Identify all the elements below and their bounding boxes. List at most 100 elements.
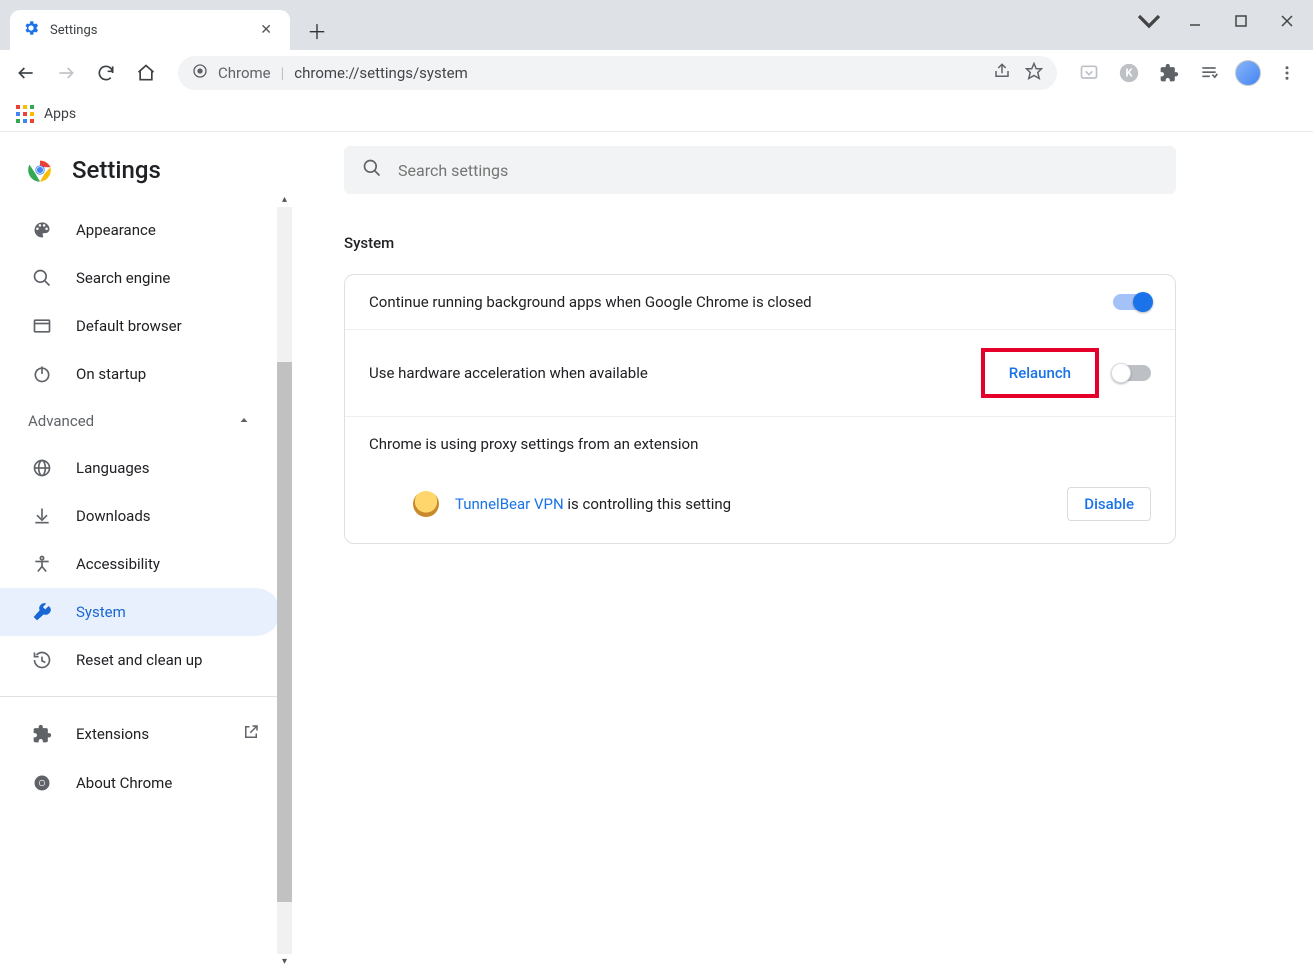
nav-list: Appearance Search engine Default browser… — [0, 206, 292, 807]
sidebar-item-label: Reset and clean up — [76, 651, 202, 669]
search-input[interactable] — [398, 161, 1158, 180]
tunnelbear-icon — [413, 491, 439, 517]
sidebar-item-default-browser[interactable]: Default browser — [0, 302, 280, 350]
extension-k-icon[interactable]: K — [1115, 59, 1143, 87]
sidebar-divider — [0, 696, 292, 697]
relaunch-button[interactable]: Relaunch — [995, 356, 1085, 390]
tabs-dropdown-icon[interactable] — [1129, 6, 1169, 36]
sidebar-item-label: Default browser — [76, 317, 182, 335]
relaunch-highlight: Relaunch — [981, 348, 1099, 398]
minimize-button[interactable] — [1175, 6, 1215, 36]
settings-page: Settings Appearance Search engine Defaul… — [0, 132, 1313, 967]
section-heading: System — [344, 234, 1261, 252]
sidebar-item-label: About Chrome — [76, 774, 172, 792]
page-title: Settings — [72, 156, 161, 184]
sidebar-item-extensions[interactable]: Extensions — [0, 709, 280, 759]
search-settings-bar[interactable] — [344, 146, 1176, 194]
forward-button[interactable] — [52, 59, 80, 87]
accessibility-icon — [32, 554, 54, 574]
sidebar-item-label: Downloads — [76, 507, 151, 525]
address-bar[interactable]: Chrome | chrome://settings/system — [178, 56, 1057, 90]
sidebar-item-label: Accessibility — [76, 555, 160, 573]
reading-list-icon[interactable] — [1195, 59, 1223, 87]
apps-grid-icon — [16, 105, 34, 123]
palette-icon — [32, 220, 54, 240]
toolbar: Chrome | chrome://settings/system K — [0, 50, 1313, 96]
chrome-mono-icon — [32, 773, 54, 793]
tab-title: Settings — [50, 23, 244, 38]
close-window-button[interactable] — [1267, 6, 1307, 36]
sidebar-item-label: Languages — [76, 459, 150, 477]
proxy-extension-text: TunnelBear VPN is controlling this setti… — [455, 495, 731, 513]
advanced-label: Advanced — [28, 412, 94, 430]
sidebar-item-label: Appearance — [76, 221, 156, 239]
tabstrip: Settings ✕ ＋ — [0, 0, 1313, 50]
row-proxy: Chrome is using proxy settings from an e… — [345, 417, 1175, 543]
browser-tab-settings[interactable]: Settings ✕ — [10, 10, 290, 50]
sidebar-item-label: System — [76, 603, 126, 621]
row-background-apps: Continue running background apps when Go… — [345, 275, 1175, 330]
toolbar-right: K — [1075, 59, 1301, 87]
new-tab-button[interactable]: ＋ — [300, 13, 334, 47]
pocket-icon[interactable] — [1075, 59, 1103, 87]
home-button[interactable] — [132, 59, 160, 87]
download-icon — [32, 506, 54, 526]
omnibox-url: chrome://settings/system — [294, 64, 467, 82]
sidebar-item-languages[interactable]: Languages — [0, 444, 280, 492]
profile-avatar[interactable] — [1235, 60, 1261, 86]
open-in-new-icon — [242, 723, 260, 745]
sidebar-item-label: Extensions — [76, 725, 149, 743]
disable-button[interactable]: Disable — [1067, 487, 1151, 521]
content: System Continue running background apps … — [292, 132, 1313, 967]
sidebar-item-appearance[interactable]: Appearance — [0, 206, 280, 254]
close-tab-icon[interactable]: ✕ — [254, 20, 278, 40]
chrome-logo-icon — [26, 156, 54, 184]
restore-icon — [32, 650, 54, 670]
row-hardware-accel: Use hardware acceleration when available… — [345, 330, 1175, 417]
sidebar: Settings Appearance Search engine Defaul… — [0, 132, 292, 967]
sidebar-scrollbar[interactable]: ▴ ▾ — [277, 194, 292, 967]
toggle-hardware-accel[interactable] — [1113, 365, 1151, 381]
row-label: Continue running background apps when Go… — [369, 293, 1099, 311]
reload-button[interactable] — [92, 59, 120, 87]
toggle-background-apps[interactable] — [1113, 294, 1151, 310]
share-icon[interactable] — [993, 62, 1011, 84]
sidebar-item-label: On startup — [76, 365, 146, 383]
proxy-suffix: is controlling this setting — [564, 495, 731, 513]
browser-icon — [32, 316, 54, 336]
wrench-icon — [32, 602, 54, 622]
bookmarks-bar: Apps — [0, 96, 1313, 132]
bookmark-star-icon[interactable] — [1025, 62, 1043, 84]
proxy-extension-link[interactable]: TunnelBear VPN — [455, 495, 564, 513]
omnibox-chip: Chrome — [218, 64, 271, 82]
maximize-button[interactable] — [1221, 6, 1261, 36]
svg-text:K: K — [1126, 67, 1134, 80]
sidebar-item-reset[interactable]: Reset and clean up — [0, 636, 280, 684]
sidebar-item-system[interactable]: System — [0, 588, 280, 636]
chevron-up-icon — [238, 412, 250, 430]
gear-icon — [22, 19, 40, 41]
apps-shortcut[interactable]: Apps — [16, 105, 76, 123]
apps-label: Apps — [44, 106, 76, 122]
sidebar-section-advanced[interactable]: Advanced — [0, 398, 280, 444]
sidebar-item-about-chrome[interactable]: About Chrome — [0, 759, 280, 807]
globe-icon — [32, 458, 54, 478]
power-icon — [32, 364, 54, 384]
sidebar-item-label: Search engine — [76, 269, 170, 287]
row-label: Chrome is using proxy settings from an e… — [369, 435, 1151, 453]
row-label: Use hardware acceleration when available — [369, 364, 967, 382]
search-icon — [32, 268, 54, 288]
site-info-icon[interactable] — [192, 63, 208, 83]
sidebar-item-search-engine[interactable]: Search engine — [0, 254, 280, 302]
search-icon — [362, 158, 382, 182]
omnibox-divider: | — [281, 64, 285, 82]
kebab-menu-icon[interactable] — [1273, 59, 1301, 87]
puzzle-icon — [32, 724, 54, 744]
page-header: Settings — [0, 146, 292, 206]
sidebar-item-downloads[interactable]: Downloads — [0, 492, 280, 540]
sidebar-item-on-startup[interactable]: On startup — [0, 350, 280, 398]
extensions-puzzle-icon[interactable] — [1155, 59, 1183, 87]
back-button[interactable] — [12, 59, 40, 87]
sidebar-item-accessibility[interactable]: Accessibility — [0, 540, 280, 588]
window-controls — [1129, 6, 1307, 36]
